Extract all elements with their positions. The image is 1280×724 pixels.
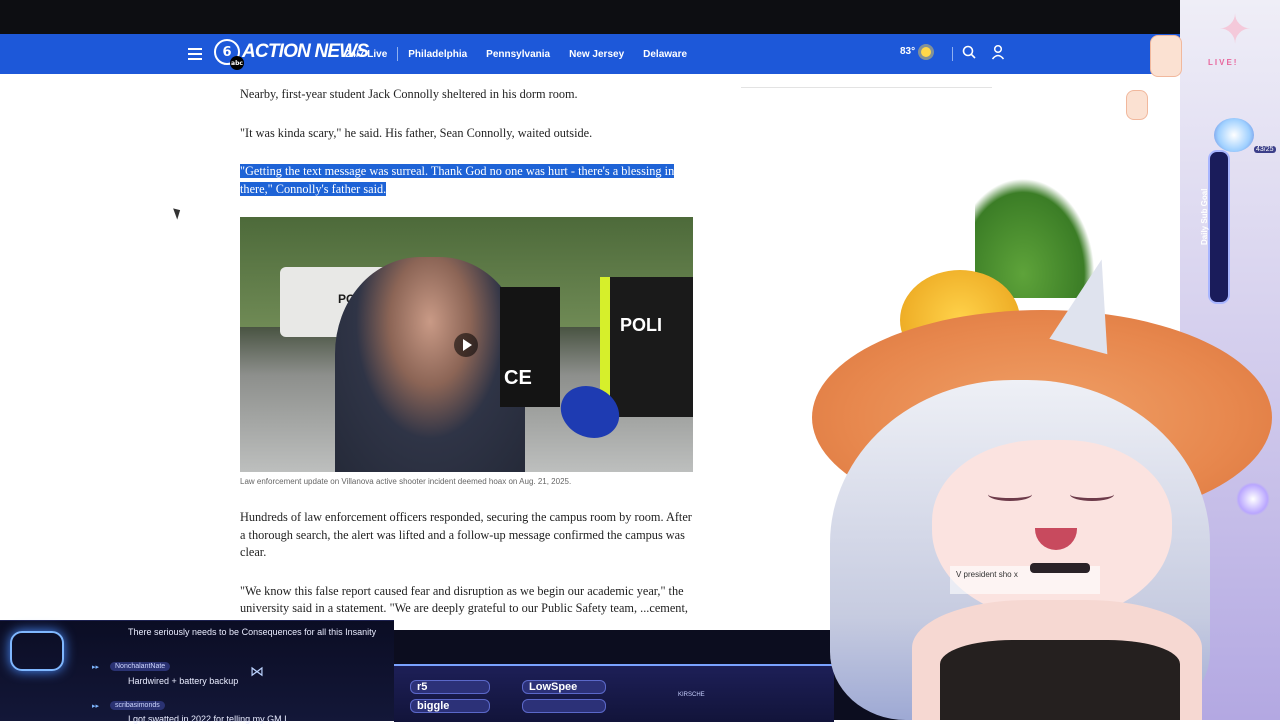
article-body-continued: Hundreds of law enforcement officers res… xyxy=(240,509,700,621)
ticker-item: r5 xyxy=(410,680,490,694)
chat-message: I got swatted in 2022 for telling my GM … xyxy=(128,714,287,724)
ticker-item: biggle xyxy=(410,699,490,713)
live-badge: LIVE! xyxy=(1208,58,1239,67)
ticker-item: LowSpee xyxy=(522,680,606,694)
chat-box: There seriously needs to be Consequences… xyxy=(0,620,394,724)
nav-link-delaware[interactable]: Delaware xyxy=(643,49,687,60)
ticker-social-handle: KIRSCHE xyxy=(678,692,705,698)
video-caption: Law enforcement update on Villanova acti… xyxy=(240,477,572,486)
chat-message: Hardwired + battery backup xyxy=(128,676,239,686)
nav-links: 24/7 Live Philadelphia Pennsylvania New … xyxy=(345,34,706,74)
weather-widget[interactable]: 83° xyxy=(900,46,932,57)
article-body: Nearby, first-year student Jack Connolly… xyxy=(240,86,700,198)
article-paragraph-highlighted[interactable]: "Getting the text message was surreal. T… xyxy=(240,163,695,198)
mouse-cursor xyxy=(173,206,183,220)
officer-vest: CE xyxy=(500,287,560,407)
temperature: 83° xyxy=(900,46,916,57)
article-paragraph: "We know this false report caused fear a… xyxy=(240,583,688,621)
chat-arrow-icon: ▸▸ xyxy=(92,664,100,671)
site-nav-bar: 6 abc ACTION NEWS 24/7 Live Philadelphia… xyxy=(0,34,1180,74)
nav-link-live[interactable]: 24/7 Live xyxy=(345,49,387,60)
butterfly-icon: ⋈ xyxy=(250,663,264,679)
user-icon[interactable] xyxy=(991,44,1005,60)
police-officer: POLI xyxy=(600,277,693,417)
nav-divider xyxy=(952,47,953,61)
chat-message: There seriously needs to be Consequences… xyxy=(128,627,377,637)
article-paragraph: Nearby, first-year student Jack Connolly… xyxy=(240,87,578,101)
menu-icon[interactable] xyxy=(188,45,202,61)
orb-decoration xyxy=(1214,118,1254,152)
nav-link-philadelphia[interactable]: Philadelphia xyxy=(408,49,467,60)
badge-text: V president sho xyxy=(956,570,1012,579)
avatar-top xyxy=(940,640,1180,720)
chat-arrow-icon: ▸▸ xyxy=(92,703,100,710)
chat-username: scribasimonds xyxy=(110,701,165,710)
logo-number: 6 xyxy=(222,44,232,60)
nav-separator xyxy=(397,47,399,61)
chat-username: NonchalantNate xyxy=(110,662,171,671)
alert-ticker: r5 LowSpee biggle KIRSCHE xyxy=(394,664,834,722)
article-paragraph: Hundreds of law enforcement officers res… xyxy=(240,510,692,559)
nav-link-new-jersey[interactable]: New Jersey xyxy=(569,49,624,60)
speaker-figure xyxy=(335,257,525,472)
avatar-eye-right xyxy=(1070,488,1114,501)
nav-link-pennsylvania[interactable]: Pennsylvania xyxy=(486,49,550,60)
lantern-decoration xyxy=(1126,90,1148,120)
sidebar-divider xyxy=(741,87,992,88)
sparkle-icon xyxy=(1236,482,1270,516)
badge-text-small: x xyxy=(1013,570,1018,579)
search-icon[interactable] xyxy=(962,45,976,59)
browser-top-bar xyxy=(0,0,1280,34)
selected-text[interactable]: "Getting the text message was surreal. T… xyxy=(240,164,675,196)
ghost-mascot-icon xyxy=(10,631,64,671)
play-icon[interactable] xyxy=(454,333,478,357)
sub-goal-count: 43/25 xyxy=(1254,146,1276,153)
star-icon: ✦ xyxy=(1218,8,1252,52)
ticker-item xyxy=(522,699,606,713)
article-paragraph: "It was kinda scary," he said. His fathe… xyxy=(240,125,593,140)
logo-circle: 6 abc xyxy=(214,39,244,70)
avatar-choker xyxy=(1030,563,1090,573)
lantern-decoration xyxy=(1150,35,1182,77)
sun-icon xyxy=(921,46,932,57)
logo-abc-mark: abc xyxy=(230,56,244,70)
avatar-eye-left xyxy=(988,488,1032,501)
